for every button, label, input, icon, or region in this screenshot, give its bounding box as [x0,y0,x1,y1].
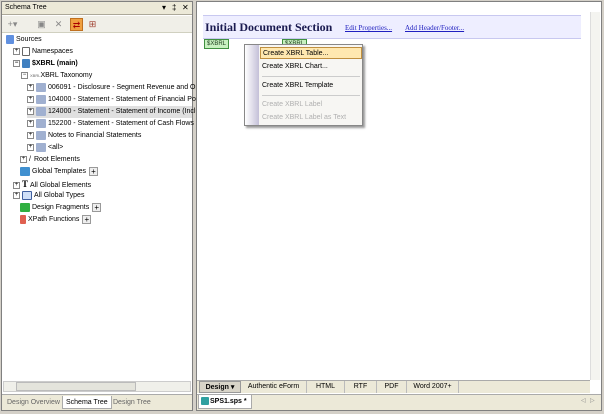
structure-icon[interactable]: ⊞ [86,18,99,31]
tab-schema-tree[interactable]: Schema Tree [62,396,112,409]
menu-item-create-xbrl-label: Create XBRL Label [262,101,323,108]
add-button[interactable]: + [88,166,98,176]
tab-rtf[interactable]: RTF [345,381,377,393]
sps-file-icon [201,397,209,406]
linkrole-icon [36,118,46,128]
tab-design[interactable]: Design ▾ [199,381,241,393]
view-tabs: Design ▾ Authentic eForm HTML RTF PDF Wo… [197,380,590,393]
sort-icon[interactable]: ⇄ [70,18,83,31]
tree-item-all-global-types[interactable]: + All Global Types [13,190,84,202]
expand-icon[interactable]: + [27,83,34,91]
tab-word-2007[interactable]: Word 2007+ [407,381,459,393]
close-icon[interactable]: ✕ [182,3,189,12]
vertical-scrollbar[interactable] [590,12,600,380]
linkrole-icon [36,94,46,104]
add-button[interactable]: + [82,214,92,224]
menu-item-create-xbrl-table[interactable]: Create XBRL Table... [260,47,362,59]
panel-title-bar: Schema Tree ▾ ‡ ✕ [2,2,192,15]
tree-item-global-templates[interactable]: Global Templates + [20,166,98,178]
root-element-icon: / [29,156,31,163]
tree-item-design-fragments[interactable]: Design Fragments + [20,202,102,214]
expand-icon[interactable]: + [27,95,34,103]
menu-item-create-xbrl-template[interactable]: Create XBRL Template [260,80,362,92]
xbrl-source-icon [22,58,30,68]
design-editor: Initial Document Section Edit Properties… [196,1,602,411]
xbrl-start-tag[interactable]: $XBRL [204,39,230,49]
collapse-icon[interactable]: − [13,59,20,67]
menu-separator [262,76,360,77]
pin-icon[interactable]: ‡ [172,3,176,12]
expand-icon[interactable]: + [27,107,34,115]
delete-icon[interactable]: ✕ [52,18,65,31]
tab-design-tree[interactable]: Design Tree [110,396,154,409]
menu-item-create-xbrl-chart[interactable]: Create XBRL Chart... [260,61,362,73]
expand-icon[interactable]: + [13,181,20,189]
menu-icon-strip [245,45,259,125]
schema-tree-panel: Schema Tree ▾ ‡ ✕ +▾ ▣ ✕ ⇄ ⊞ Sources + Na… [1,1,199,411]
linkrole-icon [36,106,46,116]
menu-item-create-xbrl-label-as-text: Create XBRL Label as Text [262,114,347,121]
expand-icon[interactable]: + [13,191,20,199]
add-button[interactable]: + [92,202,102,212]
tree-item-root-elements[interactable]: + / Root Elements [20,154,80,166]
scrollbar-thumb[interactable] [16,382,136,391]
panel-title: Schema Tree [5,4,47,11]
tree-toolbar: +▾ ▣ ✕ ⇄ ⊞ [2,16,192,33]
element-icon: T [22,179,29,189]
menu-separator [262,95,360,96]
tree-item-linkrole-selected[interactable]: +124000 - Statement - Statement of Incom… [27,106,199,118]
namespace-icon [22,46,30,56]
tree-item-linkrole[interactable]: +104000 - Statement - Statement of Finan… [27,94,199,106]
scroll-tabs-left-icon[interactable]: ◁ [581,397,586,404]
expand-icon[interactable]: + [27,143,34,151]
context-menu: Create XBRL Table... Create XBRL Chart..… [244,44,363,126]
add-header-footer-link[interactable]: Add Header/Footer... [405,24,464,32]
expand-icon[interactable]: + [13,47,20,55]
sources-icon [6,34,14,44]
type-icon [22,190,32,200]
add-icon[interactable]: +▾ [6,18,19,31]
tab-html[interactable]: HTML [307,381,345,393]
document-tabs: SPS1.sps * ◁ ▷ [197,394,601,410]
xpath-functions-icon [20,214,26,224]
tab-design-overview[interactable]: Design Overview [4,396,63,409]
global-templates-icon [20,166,30,176]
tree-item-linkrole[interactable]: +006091 - Disclosure - Segment Revenue a… [27,82,199,94]
expand-icon[interactable]: + [20,155,27,163]
dropdown-icon[interactable]: ▾ [162,3,166,12]
tree-item-all-global-elements[interactable]: + T All Global Elements [13,178,91,190]
horizontal-scrollbar[interactable] [3,381,191,392]
edit-properties-link[interactable]: Edit Properties... [345,24,392,32]
tree-item-linkrole[interactable]: +152200 - Statement - Statement of Cash … [27,118,194,130]
tree-item-xbrl-main[interactable]: − $XBRL (main) [13,58,78,70]
linkrole-icon [36,82,46,92]
design-fragments-icon [20,202,30,212]
tree-item-xpath-functions[interactable]: XPath Functions + [20,214,92,226]
linkrole-icon [36,130,46,140]
tree-item-namespaces[interactable]: + Namespaces [13,46,73,58]
tree-item-notes[interactable]: + Notes to Financial Statements [27,130,141,142]
xbrl-icon: XBRL [30,73,41,78]
collapse-icon[interactable]: − [21,71,28,79]
section-title: Initial Document Section [205,20,333,34]
tab-pdf[interactable]: PDF [377,381,407,393]
document-section-header: Initial Document Section Edit Properties… [203,15,581,39]
tab-authentic-eform[interactable]: Authentic eForm [241,381,307,393]
scroll-tabs-right-icon[interactable]: ▷ [590,397,595,404]
panel-tabs: Design Overview Schema Tree Design Tree [2,394,192,410]
expand-icon[interactable]: + [27,131,34,139]
linkrole-icon [36,142,46,152]
tree-item-sources[interactable]: Sources [6,34,42,46]
tree-item-xbrl-taxonomy[interactable]: − XBRLXBRL Taxonomy [21,70,92,82]
expand-icon[interactable]: + [27,119,34,127]
document-tab-sps1[interactable]: SPS1.sps * [198,395,252,409]
copy-icon[interactable]: ▣ [35,18,48,31]
tree-item-all[interactable]: + <all> [27,142,63,154]
